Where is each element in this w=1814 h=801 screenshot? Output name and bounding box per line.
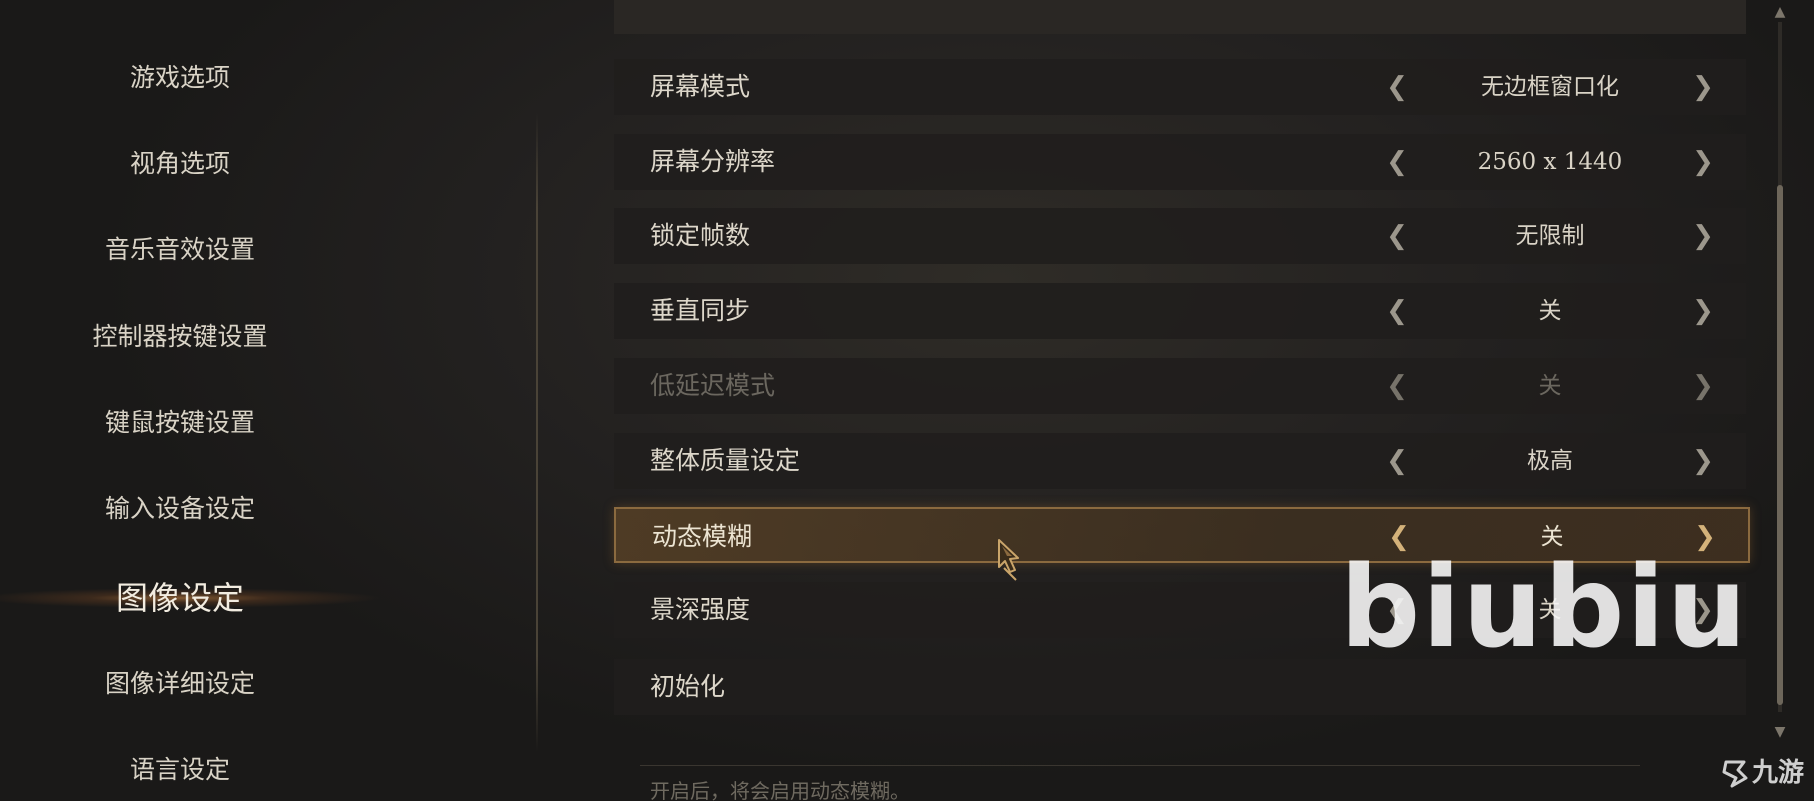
chevron-right-icon[interactable]: ❯ xyxy=(1688,582,1718,638)
chevron-right-icon[interactable]: ❯ xyxy=(1690,509,1720,565)
scrollbar-thumb[interactable] xyxy=(1777,185,1783,705)
setting-value: 无限制 xyxy=(1515,223,1585,249)
setting-label: 屏幕分辨率 xyxy=(650,147,776,176)
setting-row-frame-rate-limit[interactable]: 锁定帧数 ❮ 无限制 ❯ xyxy=(614,208,1746,264)
sidebar-item-audio-settings[interactable]: 音乐音效设置 xyxy=(0,230,360,270)
setting-row-depth-of-field[interactable]: 景深强度 ❮ 关 ❯ xyxy=(614,582,1746,638)
settings-list-top-edge xyxy=(614,0,1746,34)
sidebar-item-camera-options[interactable]: 视角选项 xyxy=(0,144,360,184)
sidebar-item-game-options[interactable]: 游戏选项 xyxy=(0,58,360,98)
chevron-right-icon[interactable]: ❯ xyxy=(1688,59,1718,115)
jiuyou-logo-icon xyxy=(1722,760,1748,788)
setting-row-reset[interactable]: 初始化 xyxy=(614,659,1746,715)
game-settings-screen: 游戏选项 视角选项 音乐音效设置 控制器按键设置 键鼠按键设置 输入设备设定 图… xyxy=(0,0,1814,801)
setting-label: 锁定帧数 xyxy=(650,221,751,250)
sidebar-item-controller-bindings[interactable]: 控制器按键设置 xyxy=(0,317,360,357)
chevron-right-icon[interactable]: ❯ xyxy=(1688,433,1718,489)
setting-value: 关 xyxy=(1538,373,1562,399)
chevron-right-icon: ❯ xyxy=(1692,371,1714,401)
setting-label: 景深强度 xyxy=(650,595,751,624)
setting-value: 极高 xyxy=(1527,448,1573,474)
setting-label: 整体质量设定 xyxy=(650,446,801,475)
sidebar-item-language-settings[interactable]: 语言设定 xyxy=(0,750,360,790)
sidebar-item-input-device[interactable]: 输入设备设定 xyxy=(0,489,360,529)
chevron-left-icon[interactable]: ❮ xyxy=(1382,134,1412,190)
sidebar-divider xyxy=(536,112,538,752)
setting-row-low-latency-mode: 低延迟模式 ❮ 关 ❯ xyxy=(614,358,1746,414)
reset-button-label: 初始化 xyxy=(650,672,726,701)
chevron-right-icon[interactable]: ❯ xyxy=(1688,208,1718,264)
chevron-left-icon[interactable]: ❮ xyxy=(1382,283,1412,339)
chevron-right-icon[interactable]: ❯ xyxy=(1688,134,1718,190)
sidebar-item-keyboard-mouse-bindings[interactable]: 键鼠按键设置 xyxy=(0,403,360,443)
scroll-up-arrow-icon[interactable]: ▲ xyxy=(1770,4,1790,20)
description-divider xyxy=(640,765,1640,766)
setting-row-motion-blur[interactable]: 动态模糊 ❮ 关 ❯ xyxy=(614,507,1750,563)
setting-label: 垂直同步 xyxy=(650,296,751,325)
setting-row-screen-resolution[interactable]: 屏幕分辨率 ❮ 2560 x 1440 ❯ xyxy=(614,134,1746,190)
setting-row-vsync[interactable]: 垂直同步 ❮ 关 ❯ xyxy=(614,283,1746,339)
setting-value: 2560 x 1440 xyxy=(1477,149,1623,175)
jiuyou-watermark-text: 九游 xyxy=(1752,758,1805,788)
chevron-left-icon[interactable]: ❮ xyxy=(1382,208,1412,264)
chevron-left-icon[interactable]: ❮ xyxy=(1384,509,1414,565)
setting-label: 低延迟模式 xyxy=(650,371,776,400)
ornate-cursor-icon xyxy=(998,539,1019,581)
setting-row-overall-quality[interactable]: 整体质量设定 ❮ 极高 ❯ xyxy=(614,433,1746,489)
setting-row-screen-mode[interactable]: 屏幕模式 ❮ 无边框窗口化 ❯ xyxy=(614,59,1746,115)
chevron-left-icon[interactable]: ❮ xyxy=(1382,59,1412,115)
chevron-left-icon: ❮ xyxy=(1386,371,1408,401)
setting-label: 动态模糊 xyxy=(652,522,753,551)
scroll-down-arrow-icon[interactable]: ▼ xyxy=(1770,724,1790,740)
setting-description: 开启后，将会启用动态模糊。 xyxy=(650,779,910,801)
setting-value: 关 xyxy=(1538,298,1562,324)
chevron-left-icon[interactable]: ❮ xyxy=(1382,582,1412,638)
sidebar-item-graphics-settings[interactable]: 图像设定 xyxy=(0,578,360,618)
setting-value: 关 xyxy=(1540,524,1564,550)
setting-label: 屏幕模式 xyxy=(650,72,751,101)
chevron-left-icon[interactable]: ❮ xyxy=(1382,433,1412,489)
setting-value: 关 xyxy=(1538,597,1562,623)
setting-value: 无边框窗口化 xyxy=(1481,74,1619,100)
sidebar-item-graphics-detail-settings[interactable]: 图像详细设定 xyxy=(0,664,360,704)
chevron-right-icon[interactable]: ❯ xyxy=(1688,283,1718,339)
settings-sidebar: 游戏选项 视角选项 音乐音效设置 控制器按键设置 键鼠按键设置 输入设备设定 图… xyxy=(0,0,400,801)
